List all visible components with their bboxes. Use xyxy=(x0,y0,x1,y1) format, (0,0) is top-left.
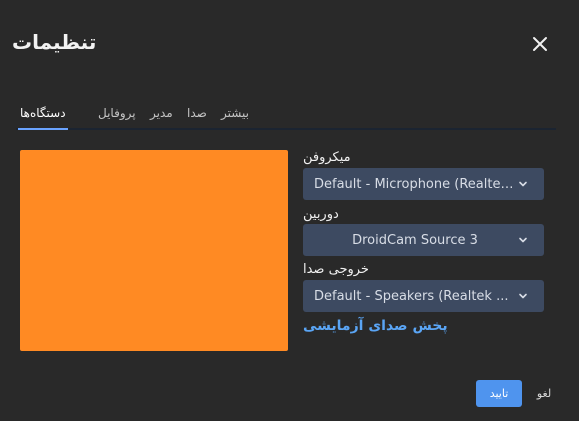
camera-preview xyxy=(20,150,288,351)
microphone-select[interactable]: Default - Microphone (Realtek... xyxy=(303,168,544,200)
play-test-sound-link[interactable]: پخش صدای آزمایشی xyxy=(303,318,448,334)
camera-select[interactable]: DroidCam Source 3 xyxy=(303,224,544,256)
camera-select-value: DroidCam Source 3 xyxy=(352,232,478,248)
tab-profile[interactable]: پروفایل xyxy=(98,106,136,120)
chevron-down-icon xyxy=(519,237,527,243)
confirm-button[interactable]: تایید xyxy=(476,380,522,407)
microphone-label: میکروفن xyxy=(303,150,351,165)
tab-audio[interactable]: صدا xyxy=(187,106,207,120)
chevron-down-icon xyxy=(519,293,527,299)
speaker-select[interactable]: Default - Speakers (Realtek ... xyxy=(303,280,544,312)
settings-dialog: تنظیمات دستگاه‌ها پروفایل مدیر صدا بیشتر… xyxy=(0,0,579,421)
speaker-select-value: Default - Speakers (Realtek ... xyxy=(314,288,509,304)
camera-label: دوربین xyxy=(303,207,339,222)
tab-more[interactable]: بیشتر xyxy=(221,106,249,120)
close-button[interactable] xyxy=(528,32,552,56)
active-tab-indicator xyxy=(18,128,68,130)
close-icon xyxy=(533,37,547,51)
tab-manager[interactable]: مدیر xyxy=(150,106,173,120)
dialog-title: تنظیمات xyxy=(12,30,97,54)
tab-devices[interactable]: دستگاه‌ها xyxy=(20,106,66,120)
cancel-button[interactable]: لغو xyxy=(530,380,558,407)
speaker-label: خروجی صدا xyxy=(303,262,369,277)
chevron-down-icon xyxy=(519,181,527,187)
microphone-select-value: Default - Microphone (Realtek... xyxy=(314,176,516,192)
settings-tabs: دستگاه‌ها پروفایل مدیر صدا بیشتر xyxy=(16,100,556,130)
